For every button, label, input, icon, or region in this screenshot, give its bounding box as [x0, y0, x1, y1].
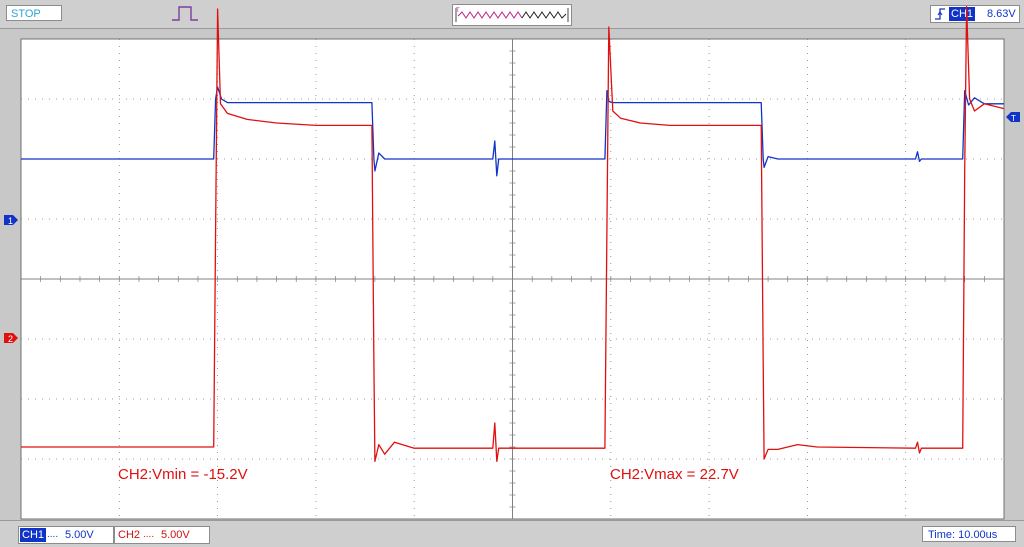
- ch2-label: CH2: [118, 529, 141, 541]
- ch1-marker-label: 1: [8, 216, 13, 226]
- ch2-scale: 5.00V: [161, 529, 190, 541]
- oscilloscope-window: STOP T CH1 8.63V 1 2 T CH2:Vmin = -15.2V…: [0, 0, 1024, 547]
- ch2-marker-label: 2: [8, 334, 13, 344]
- ch1-level-marker[interactable]: 1: [4, 215, 18, 226]
- vmin-annotation: CH2:Vmin = -15.2V: [118, 466, 248, 483]
- trigger-marker-label: T: [1011, 114, 1016, 123]
- waveform-plot[interactable]: 1 2 T CH2:Vmin = -15.2V CH2:Vmax = 22.7V: [0, 0, 1024, 546]
- vmax-annotation: CH2:Vmax = 22.7V: [610, 466, 739, 483]
- ch1-label: CH1: [20, 528, 47, 542]
- ch1-scale: 5.00V: [65, 529, 94, 541]
- ch2-coupling-icon: ....: [143, 529, 155, 540]
- ch1-scale-box[interactable]: CH1 .... 5.00V: [18, 526, 114, 544]
- ch1-coupling-icon: ....: [47, 529, 59, 540]
- timebase-readout[interactable]: Time: 10.00us: [922, 526, 1016, 542]
- ch2-level-marker[interactable]: 2: [4, 333, 18, 344]
- bottom-status-bar: CH1 .... 5.00V CH2 .... 5.00V Time: 10.0…: [0, 520, 1024, 547]
- ch2-scale-box[interactable]: CH2 .... 5.00V: [114, 526, 210, 544]
- trigger-level-marker[interactable]: T: [1006, 112, 1020, 123]
